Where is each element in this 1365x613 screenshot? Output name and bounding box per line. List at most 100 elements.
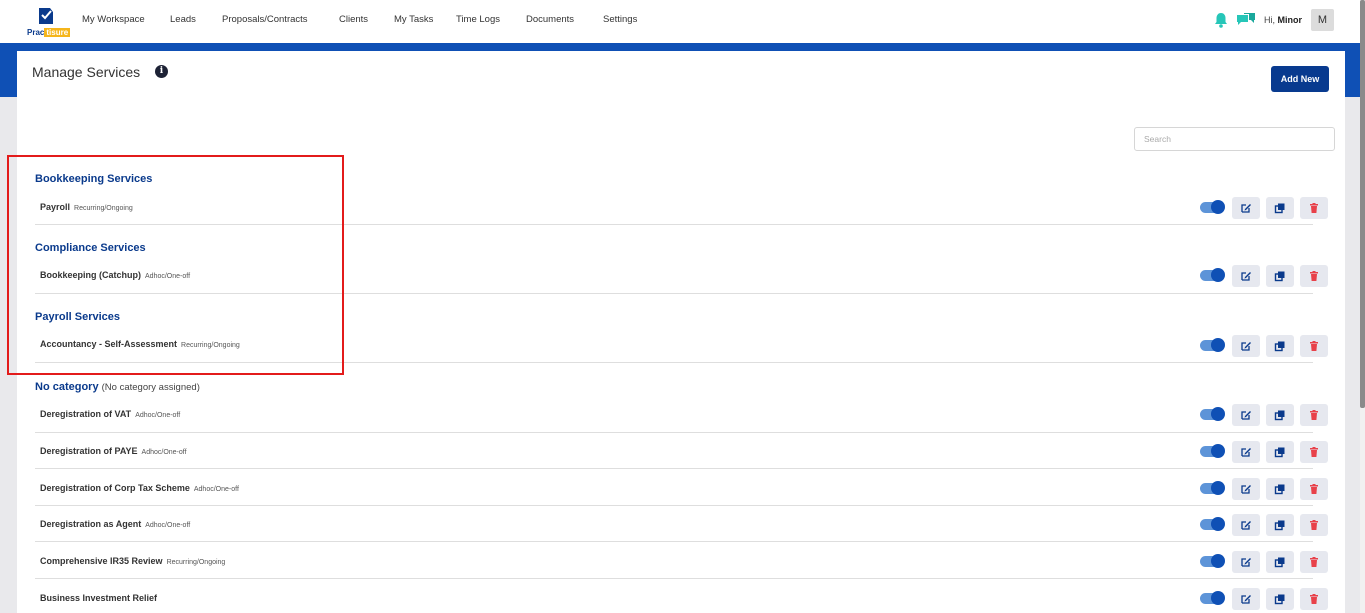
service-enabled-toggle[interactable] bbox=[1200, 517, 1225, 531]
service-type: Adhoc/One-off bbox=[141, 449, 187, 456]
edit-icon bbox=[1241, 558, 1251, 567]
brand-logo[interactable]: Prac tisure bbox=[26, 6, 71, 38]
duplicate-icon bbox=[1274, 594, 1285, 605]
category-heading-no-category: No category (No category assigned) bbox=[35, 381, 200, 393]
nav-item-documents[interactable]: Documents bbox=[526, 14, 603, 25]
duplicate-icon bbox=[1274, 271, 1285, 282]
service-name: Deregistration of VAT Adhoc/One-off bbox=[40, 409, 181, 419]
service-row: Deregistration as Agent Adhoc/One-off bbox=[35, 506, 1313, 542]
delete-button[interactable] bbox=[1300, 197, 1328, 219]
service-name: Deregistration of Corp Tax Scheme Adhoc/O… bbox=[40, 483, 239, 493]
service-name: Deregistration as Agent Adhoc/One-off bbox=[40, 519, 191, 529]
add-new-button[interactable]: Add New bbox=[1271, 66, 1329, 92]
edit-button[interactable] bbox=[1232, 335, 1260, 357]
chat-icon[interactable] bbox=[1236, 12, 1256, 28]
nav-item-settings[interactable]: Settings bbox=[603, 14, 637, 25]
trash-icon bbox=[1310, 594, 1318, 604]
duplicate-button[interactable] bbox=[1266, 588, 1294, 610]
edit-button[interactable] bbox=[1232, 265, 1260, 287]
logo-mark-icon bbox=[39, 8, 53, 24]
toggle-knob bbox=[1211, 338, 1225, 352]
service-name: Business Investment Relief bbox=[40, 593, 158, 603]
service-enabled-toggle[interactable] bbox=[1200, 200, 1225, 214]
duplicate-icon bbox=[1274, 410, 1285, 421]
nav-item-time-logs[interactable]: Time Logs bbox=[456, 14, 526, 25]
toggle-knob bbox=[1211, 554, 1225, 568]
service-name: Comprehensive IR35 Review Recurring/Ongoi… bbox=[40, 556, 226, 566]
toggle-knob bbox=[1211, 268, 1225, 282]
edit-icon bbox=[1241, 521, 1251, 530]
duplicate-button[interactable] bbox=[1266, 197, 1294, 219]
search-input[interactable] bbox=[1134, 127, 1335, 151]
duplicate-button[interactable] bbox=[1266, 478, 1294, 500]
edit-icon bbox=[1241, 272, 1251, 281]
duplicate-button[interactable] bbox=[1266, 265, 1294, 287]
nav-item-my-workspace[interactable]: My Workspace bbox=[82, 14, 170, 25]
service-row: Deregistration of VAT Adhoc/One-off bbox=[35, 397, 1313, 433]
edit-button[interactable] bbox=[1232, 588, 1260, 610]
edit-icon bbox=[1241, 411, 1251, 420]
toggle-knob bbox=[1211, 407, 1225, 421]
service-enabled-toggle[interactable] bbox=[1200, 591, 1225, 605]
service-enabled-toggle[interactable] bbox=[1200, 338, 1225, 352]
duplicate-button[interactable] bbox=[1266, 551, 1294, 573]
avatar[interactable]: M bbox=[1311, 9, 1334, 31]
delete-button[interactable] bbox=[1300, 588, 1328, 610]
duplicate-button[interactable] bbox=[1266, 335, 1294, 357]
header-actions: Hi, Minor M bbox=[1213, 9, 1334, 31]
trash-icon bbox=[1310, 520, 1318, 530]
trash-icon bbox=[1310, 557, 1318, 567]
page-title: Manage Services bbox=[32, 64, 141, 80]
trash-icon bbox=[1310, 341, 1318, 351]
service-name: Deregistration of PAYE Adhoc/One-off bbox=[40, 446, 187, 456]
delete-button[interactable] bbox=[1300, 265, 1328, 287]
delete-button[interactable] bbox=[1300, 335, 1328, 357]
delete-button[interactable] bbox=[1300, 404, 1328, 426]
top-navbar: Prac tisure My Workspace Leads Proposals/… bbox=[0, 0, 1360, 43]
bell-icon[interactable] bbox=[1213, 12, 1229, 28]
nav-item-leads[interactable]: Leads bbox=[170, 14, 222, 25]
scrollbar-thumb[interactable] bbox=[1360, 0, 1365, 408]
no-category-note: (No category assigned) bbox=[101, 382, 200, 393]
duplicate-button[interactable] bbox=[1266, 441, 1294, 463]
service-row: Deregistration of PAYE Adhoc/One-off bbox=[35, 433, 1313, 469]
duplicate-button[interactable] bbox=[1266, 514, 1294, 536]
page-scrollbar[interactable] bbox=[1360, 0, 1365, 613]
edit-button[interactable] bbox=[1232, 478, 1260, 500]
edit-icon bbox=[1241, 448, 1251, 457]
service-enabled-toggle[interactable] bbox=[1200, 268, 1225, 282]
service-type: Recurring/Ongoing bbox=[166, 559, 226, 566]
service-row: Business Investment Relief bbox=[35, 580, 1313, 613]
service-enabled-toggle[interactable] bbox=[1200, 554, 1225, 568]
edit-button[interactable] bbox=[1232, 197, 1260, 219]
service-type: Adhoc/One-off bbox=[145, 522, 191, 529]
delete-button[interactable] bbox=[1300, 441, 1328, 463]
edit-icon bbox=[1241, 342, 1251, 351]
duplicate-icon bbox=[1274, 520, 1285, 531]
trash-icon bbox=[1310, 447, 1318, 457]
nav-item-proposals-contracts[interactable]: Proposals/Contracts bbox=[222, 14, 339, 25]
trash-icon bbox=[1310, 484, 1318, 494]
duplicate-button[interactable] bbox=[1266, 404, 1294, 426]
delete-button[interactable] bbox=[1300, 514, 1328, 536]
service-enabled-toggle[interactable] bbox=[1200, 407, 1225, 421]
logo-text: Prac tisure bbox=[27, 28, 71, 37]
edit-button[interactable] bbox=[1232, 551, 1260, 573]
toggle-knob bbox=[1211, 517, 1225, 531]
delete-button[interactable] bbox=[1300, 551, 1328, 573]
edit-button[interactable] bbox=[1232, 514, 1260, 536]
duplicate-icon bbox=[1274, 557, 1285, 568]
service-enabled-toggle[interactable] bbox=[1200, 481, 1225, 495]
main-nav: My Workspace Leads Proposals/Contracts C… bbox=[82, 14, 637, 25]
edit-button[interactable] bbox=[1232, 404, 1260, 426]
nav-item-clients[interactable]: Clients bbox=[339, 14, 394, 25]
edit-icon bbox=[1241, 204, 1251, 213]
info-icon[interactable]: i bbox=[155, 65, 168, 78]
edit-button[interactable] bbox=[1232, 441, 1260, 463]
service-row: Deregistration of Corp Tax Scheme Adhoc/O… bbox=[35, 470, 1313, 506]
service-type: Adhoc/One-off bbox=[135, 412, 181, 419]
nav-item-my-tasks[interactable]: My Tasks bbox=[394, 14, 456, 25]
trash-icon bbox=[1310, 410, 1318, 420]
service-enabled-toggle[interactable] bbox=[1200, 444, 1225, 458]
delete-button[interactable] bbox=[1300, 478, 1328, 500]
